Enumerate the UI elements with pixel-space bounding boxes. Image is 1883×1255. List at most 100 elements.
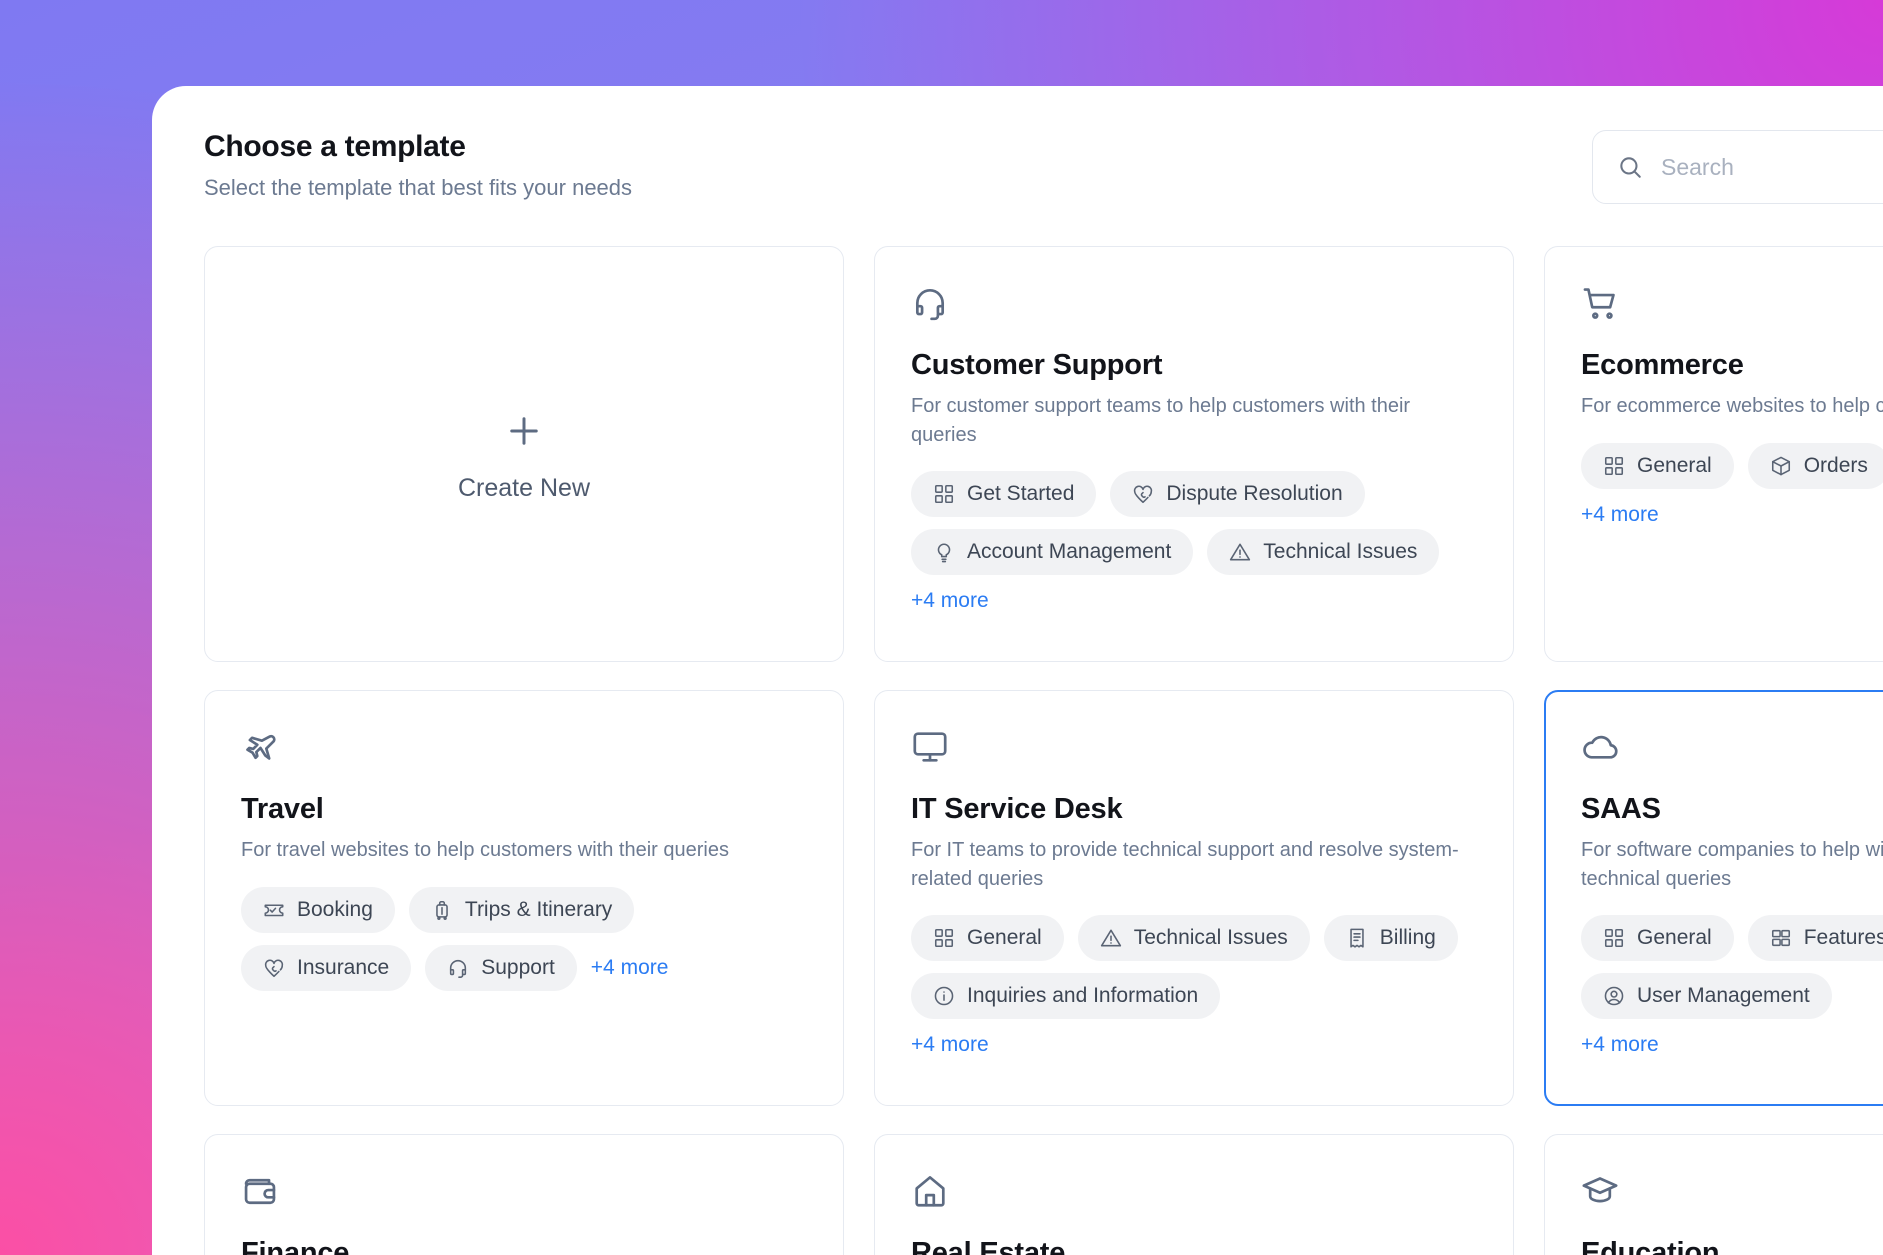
lightbulb-icon <box>933 541 955 563</box>
alert-triangle-icon <box>1100 927 1122 949</box>
template-tag-list: General Features User Management +4 more <box>1581 915 1883 1059</box>
template-card-description: For software companies to help with prod… <box>1581 839 1883 890</box>
template-tag[interactable]: Trips & Itinerary <box>408 886 635 933</box>
template-tag[interactable]: Orders <box>1747 442 1883 489</box>
template-tag[interactable]: Technical Issues <box>1207 529 1440 576</box>
template-tag[interactable]: General <box>911 915 1064 962</box>
template-tag-label: Insurance <box>297 955 390 979</box>
grid-icon <box>933 483 955 505</box>
template-tag[interactable]: Get Started <box>911 471 1097 518</box>
show-more-link[interactable]: +4 more <box>591 954 669 982</box>
template-card-finance[interactable]: Finance <box>204 1134 844 1255</box>
template-tag-label: Trips & Itinerary <box>464 897 613 921</box>
template-card-real-estate[interactable]: Real Estate <box>874 1134 1514 1255</box>
template-tag-label: Support <box>481 955 555 979</box>
plus-icon <box>503 410 545 452</box>
wallet-icon <box>241 1169 807 1213</box>
grid-icon <box>1603 455 1625 477</box>
cloud-icon <box>1581 725 1883 769</box>
template-tag[interactable]: Dispute Resolution <box>1110 471 1365 518</box>
template-card-description: For travel websites to help customers wi… <box>241 839 729 862</box>
template-tag-label: Inquiries and Information <box>967 984 1199 1008</box>
template-card-description: For IT teams to provide technical suppor… <box>911 839 1459 890</box>
ticket-check-icon <box>263 899 285 921</box>
search-input[interactable] <box>1661 153 1883 181</box>
template-tag-list: GeneralOrdersShipping+4 more <box>1581 442 1883 529</box>
receipt-icon <box>1346 927 1368 949</box>
heart-handshake-icon <box>1132 483 1154 505</box>
template-card-title: Ecommerce <box>1581 349 1744 381</box>
template-grid-overflow: Finance Real Estate Education <box>204 1134 1883 1255</box>
headset-icon <box>911 281 1477 325</box>
template-card-title: Education <box>1581 1237 1720 1255</box>
search-icon <box>1617 154 1643 180</box>
template-card-saas[interactable]: SAAS For software companies to help with … <box>1544 690 1883 1106</box>
template-card-title: SAAS <box>1581 793 1661 825</box>
create-new-label: Create New <box>458 473 590 502</box>
template-tag-label: Orders <box>1803 453 1868 477</box>
template-tag[interactable]: Booking <box>241 886 395 933</box>
template-tag[interactable]: Account Management <box>911 529 1194 576</box>
show-more-link[interactable]: +4 more <box>911 587 989 615</box>
template-card-description: For ecommerce websites to help customers… <box>1581 395 1883 418</box>
template-card-title: Real Estate <box>911 1237 1066 1255</box>
user-circle-icon <box>1603 985 1625 1007</box>
template-tag-label: Technical Issues <box>1133 926 1288 950</box>
template-tag-label: General <box>967 926 1042 950</box>
create-new-card[interactable]: Create New <box>204 246 844 662</box>
grid-icon <box>1603 927 1625 949</box>
template-tag-label: User Management <box>1637 984 1810 1008</box>
monitor-icon <box>911 725 1477 769</box>
template-tag[interactable]: Features <box>1747 915 1883 962</box>
template-tag-list: Booking Trips & Itinerary Insurance Support… <box>241 886 807 991</box>
search-box[interactable] <box>1592 130 1883 204</box>
template-tag[interactable]: General <box>1581 442 1734 489</box>
template-card-education[interactable]: Education <box>1544 1134 1883 1255</box>
grid-icon <box>933 927 955 949</box>
template-tag-list: Get Started Dispute Resolution Account Man… <box>911 471 1477 615</box>
template-tag-label: Features <box>1803 926 1883 950</box>
template-tag[interactable]: Support <box>425 944 577 991</box>
graduation-cap-icon <box>1581 1169 1883 1213</box>
show-more-link[interactable]: +4 more <box>1581 1031 1883 1059</box>
template-tag-label: Booking <box>297 897 373 921</box>
template-card-title: Customer Support <box>911 349 1163 381</box>
template-tag-label: General <box>1637 453 1712 477</box>
info-circle-icon <box>933 985 955 1007</box>
template-card-description: For customer support teams to help custo… <box>911 395 1411 446</box>
heart-handshake-icon <box>263 957 285 979</box>
template-picker-modal: Choose a template Select the template th… <box>152 86 1883 1255</box>
template-tag[interactable]: Technical Issues <box>1077 915 1310 962</box>
template-card-customer-support[interactable]: Customer Support For customer support tea… <box>874 246 1514 662</box>
house-icon <box>911 1169 1477 1213</box>
template-grid: Create New Customer Support For customer s… <box>204 246 1883 1106</box>
template-card-ecommerce[interactable]: Ecommerce For ecommerce websites to help … <box>1544 246 1883 662</box>
template-tag-label: Get Started <box>967 482 1075 506</box>
template-tag[interactable]: Inquiries and Information <box>911 973 1221 1020</box>
template-card-title: IT Service Desk <box>911 793 1123 825</box>
modal-header: Choose a template Select the template th… <box>204 128 1883 236</box>
show-more-link[interactable]: +4 more <box>1581 501 1659 529</box>
template-tag-list: General Technical Issues Billing Inquiries … <box>911 915 1477 1059</box>
shopping-cart-icon <box>1581 281 1883 325</box>
template-tag-label: General <box>1637 926 1712 950</box>
template-card-title: Finance <box>241 1237 350 1255</box>
headset-icon <box>447 957 469 979</box>
luggage-icon <box>431 899 453 921</box>
template-card-travel[interactable]: Travel For travel websites to help custom… <box>204 690 844 1106</box>
template-tag-label: Account Management <box>967 540 1172 564</box>
template-tag[interactable]: Insurance <box>241 944 412 991</box>
template-tag[interactable]: User Management <box>1581 973 1832 1020</box>
template-tag[interactable]: Billing <box>1323 915 1458 962</box>
package-icon <box>1770 455 1792 477</box>
template-tag-label: Dispute Resolution <box>1166 482 1343 506</box>
template-card-title: Travel <box>241 793 324 825</box>
template-tag-label: Technical Issues <box>1263 540 1418 564</box>
template-tag-label: Billing <box>1379 926 1436 950</box>
plane-icon <box>241 725 807 769</box>
show-more-link[interactable]: +4 more <box>911 1031 1477 1059</box>
template-tag[interactable]: General <box>1581 915 1734 962</box>
template-card-it-service-desk[interactable]: IT Service Desk For IT teams to provide t… <box>874 690 1514 1106</box>
alert-triangle-icon <box>1229 541 1251 563</box>
layout-dashboard-icon <box>1770 927 1792 949</box>
